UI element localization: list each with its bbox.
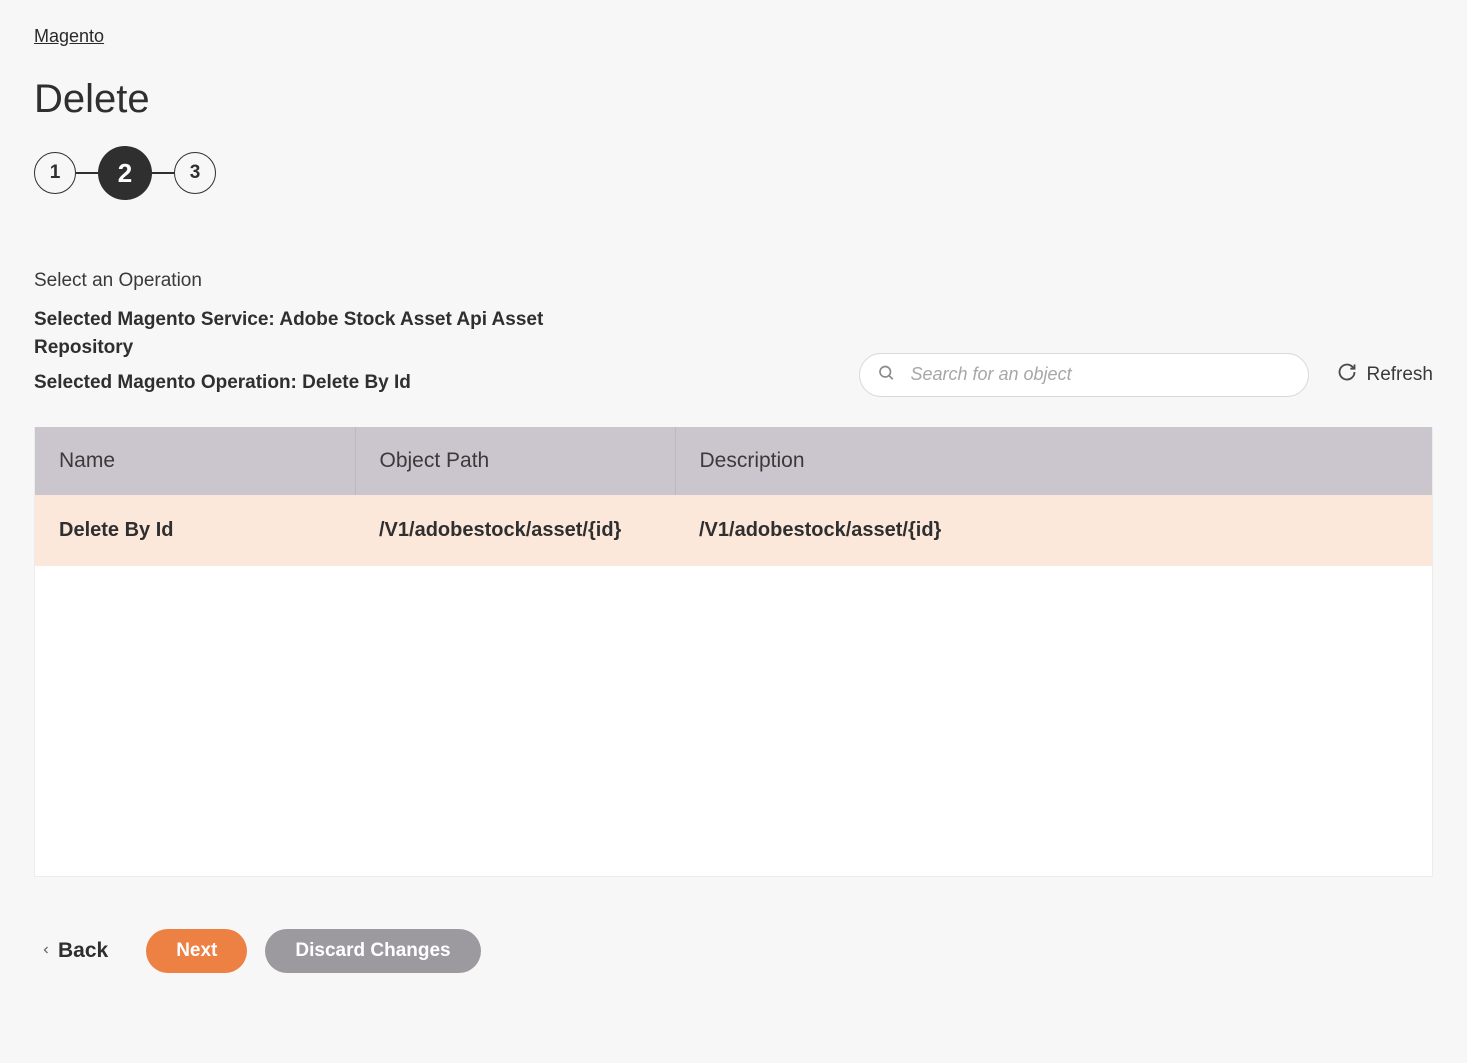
col-header-description[interactable]: Description: [675, 427, 1432, 495]
refresh-label: Refresh: [1366, 364, 1433, 386]
footer-actions: Back Next Discard Changes: [34, 929, 1433, 973]
table-row[interactable]: Delete By Id /V1/adobestock/asset/{id} /…: [35, 495, 1432, 566]
cell-description: /V1/adobestock/asset/{id}: [675, 495, 1432, 566]
operations-table: Name Object Path Description Delete By I…: [35, 427, 1432, 566]
selected-service: Selected Magento Service: Adobe Stock As…: [34, 306, 594, 361]
refresh-icon: [1337, 362, 1357, 388]
step-3[interactable]: 3: [174, 152, 216, 194]
search-input[interactable]: [859, 353, 1309, 397]
selected-operation-label: Selected Magento Operation:: [34, 372, 302, 393]
search-box: [859, 353, 1309, 397]
page-title: Delete: [34, 77, 1433, 122]
step-2[interactable]: 2: [98, 146, 152, 200]
col-header-object-path[interactable]: Object Path: [355, 427, 675, 495]
operations-table-wrap: Name Object Path Description Delete By I…: [34, 427, 1433, 877]
cell-name: Delete By Id: [35, 495, 355, 566]
cell-object-path: /V1/adobestock/asset/{id}: [355, 495, 675, 566]
breadcrumb-magento[interactable]: Magento: [34, 26, 104, 47]
refresh-button[interactable]: Refresh: [1337, 362, 1433, 388]
step-connector: [152, 172, 174, 174]
step-1[interactable]: 1: [34, 152, 76, 194]
selected-operation-value: Delete By Id: [302, 372, 411, 393]
next-button[interactable]: Next: [146, 929, 247, 973]
selected-service-label: Selected Magento Service:: [34, 309, 279, 330]
stepper: 1 2 3: [34, 146, 1433, 200]
section-label: Select an Operation: [34, 270, 1433, 292]
table-header-row: Name Object Path Description: [35, 427, 1432, 495]
selected-operation: Selected Magento Operation: Delete By Id: [34, 369, 594, 397]
discard-changes-button[interactable]: Discard Changes: [265, 929, 480, 973]
selected-info: Selected Magento Service: Adobe Stock As…: [34, 306, 594, 397]
col-header-name[interactable]: Name: [35, 427, 355, 495]
chevron-left-icon: [40, 939, 52, 963]
back-label: Back: [58, 939, 108, 963]
step-connector: [76, 172, 98, 174]
back-button[interactable]: Back: [34, 933, 114, 969]
